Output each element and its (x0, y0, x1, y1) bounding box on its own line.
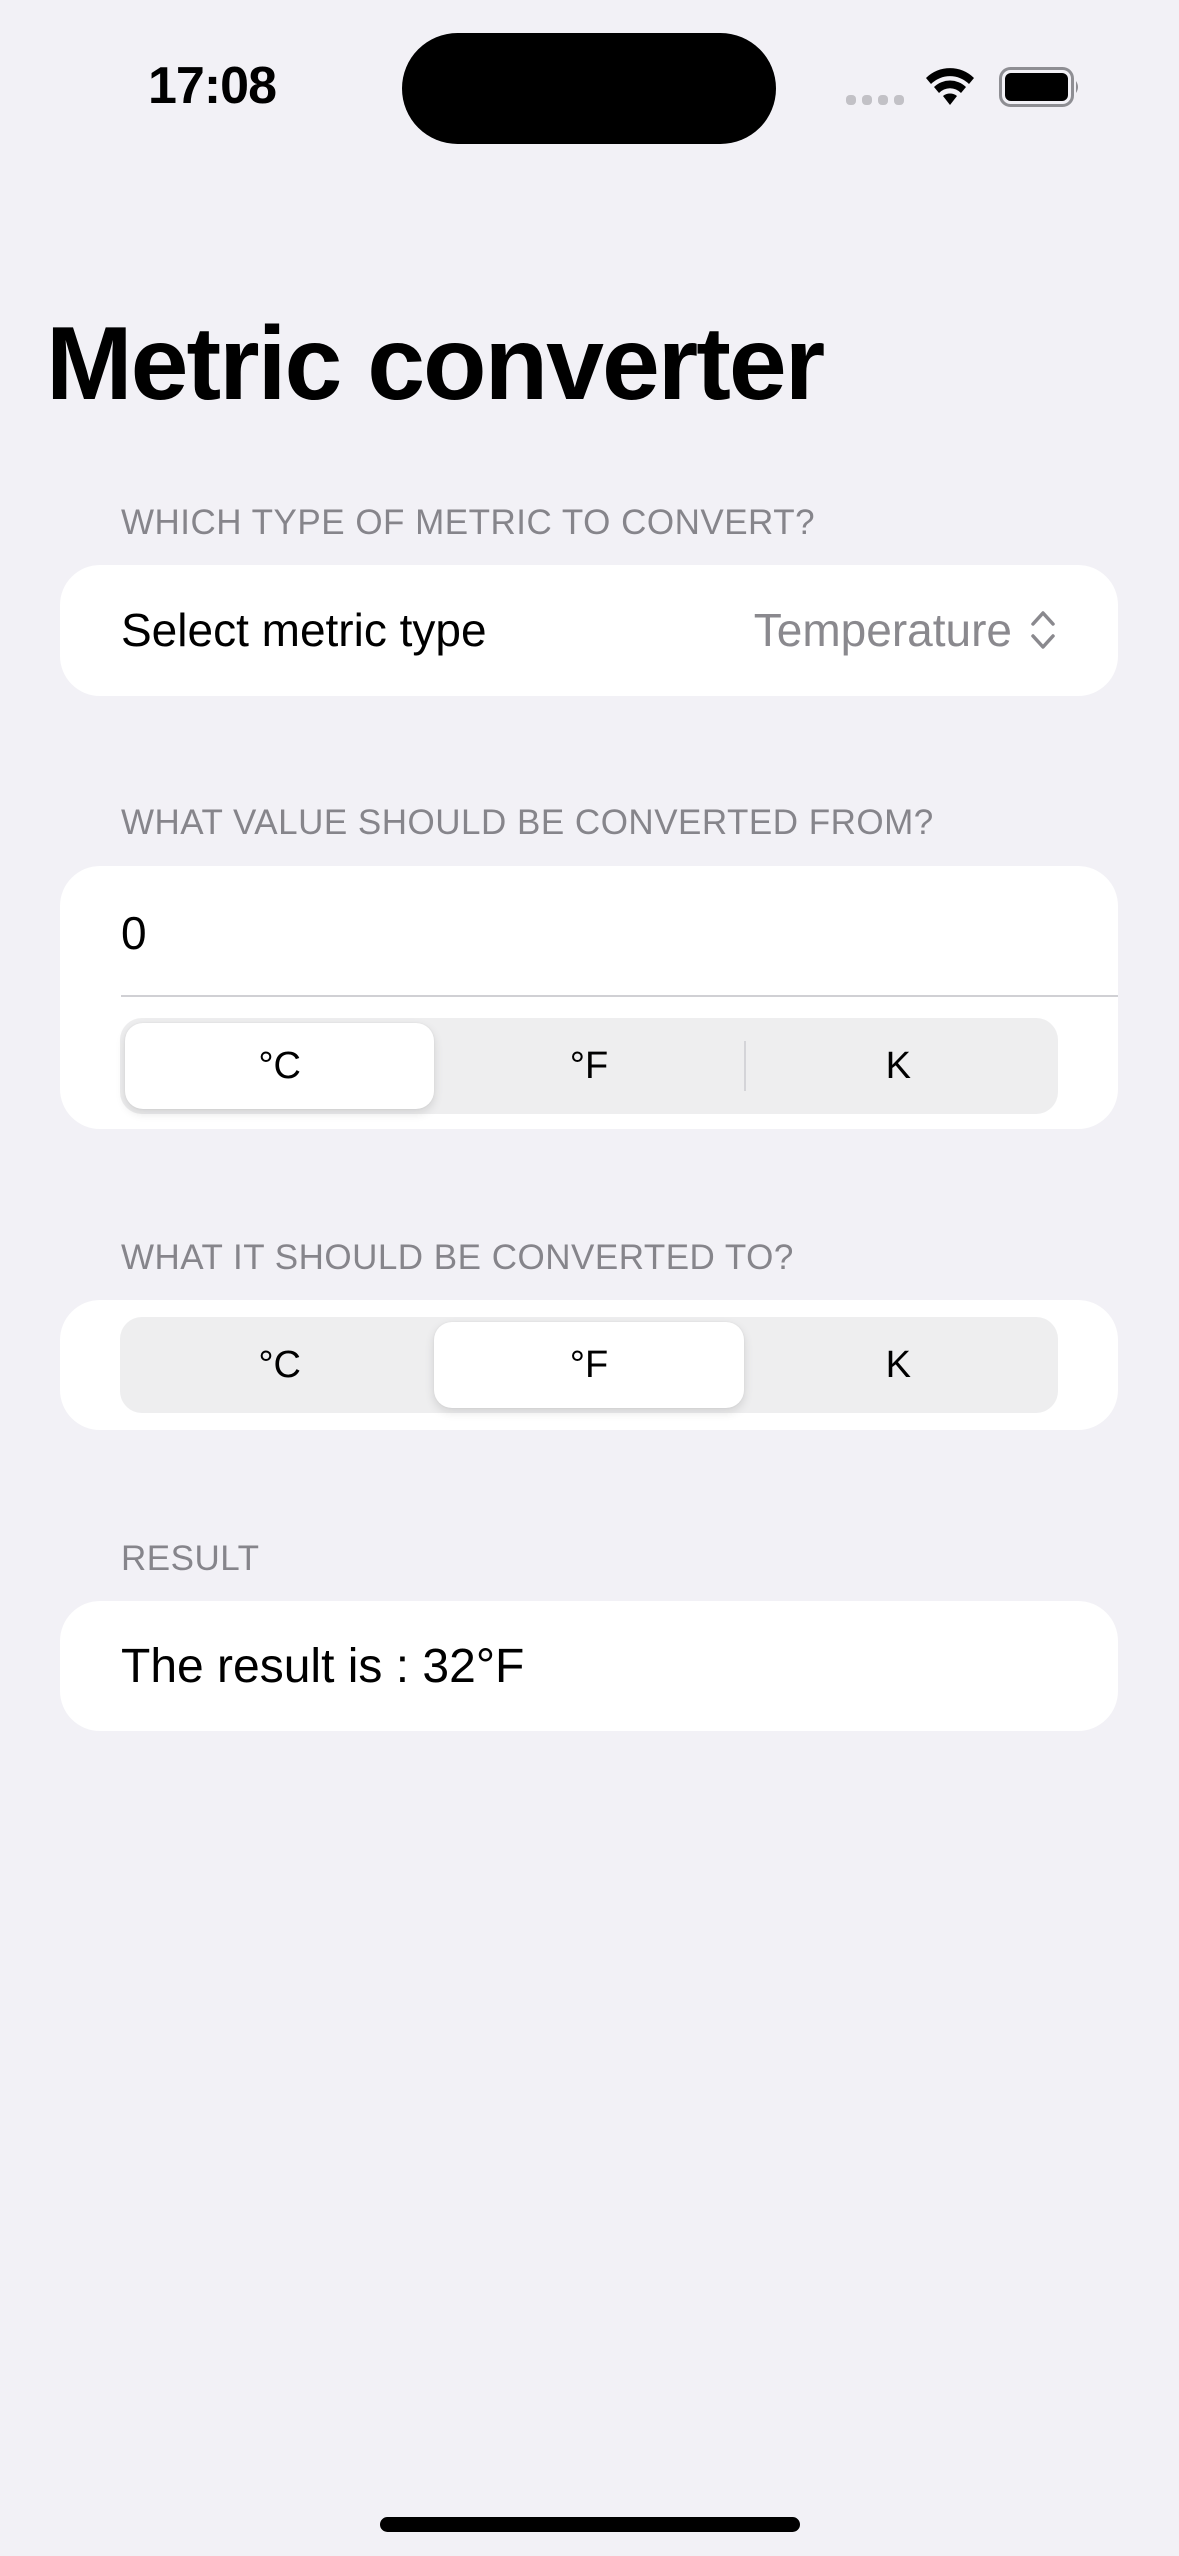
metric-type-section-header: WHICH TYPE OF METRIC TO CONVERT? (121, 503, 816, 542)
to-unit-celsius[interactable]: °C (125, 1322, 434, 1408)
page-title: Metric converter (46, 306, 825, 422)
metric-type-selected-value: Temperature (753, 604, 1012, 656)
to-unit-kelvin[interactable]: K (744, 1322, 1053, 1408)
convert-to-card: °C °F K (60, 1300, 1118, 1430)
from-unit-kelvin[interactable]: K (743, 1023, 1053, 1109)
metric-type-card: Select metric type Temperature (60, 565, 1118, 696)
home-indicator[interactable] (380, 2517, 800, 2532)
from-unit-segmented-control[interactable]: °C °F K (120, 1018, 1058, 1114)
result-section-header: RESULT (121, 1539, 260, 1578)
value-input[interactable]: 0 (121, 906, 147, 960)
to-unit-segmented-control[interactable]: °C °F K (120, 1317, 1058, 1413)
to-unit-fahrenheit[interactable]: °F (434, 1322, 744, 1408)
convert-to-section-header: WHAT IT SHOULD BE CONVERTED TO? (121, 1238, 794, 1277)
segment-separator (743, 1041, 746, 1091)
battery-icon (999, 67, 1078, 107)
convert-from-card: 0 °C °F K (60, 866, 1118, 1129)
status-time: 17:08 (148, 57, 277, 115)
metric-type-picker[interactable]: Temperature (754, 603, 1058, 657)
chevron-up-down-icon (1031, 611, 1055, 649)
cellular-signal-icon (846, 95, 904, 105)
convert-from-section-header: WHAT VALUE SHOULD BE CONVERTED FROM? (121, 803, 934, 842)
dynamic-island (402, 33, 776, 144)
from-unit-celsius[interactable]: °C (125, 1023, 435, 1109)
wifi-icon (926, 68, 974, 105)
result-card: The result is : 32°F (60, 1601, 1118, 1731)
metric-type-label: Select metric type (121, 604, 487, 656)
result-text: The result is : 32°F (121, 1640, 525, 1693)
from-unit-fahrenheit[interactable]: °F (434, 1023, 743, 1109)
divider (121, 995, 1118, 997)
